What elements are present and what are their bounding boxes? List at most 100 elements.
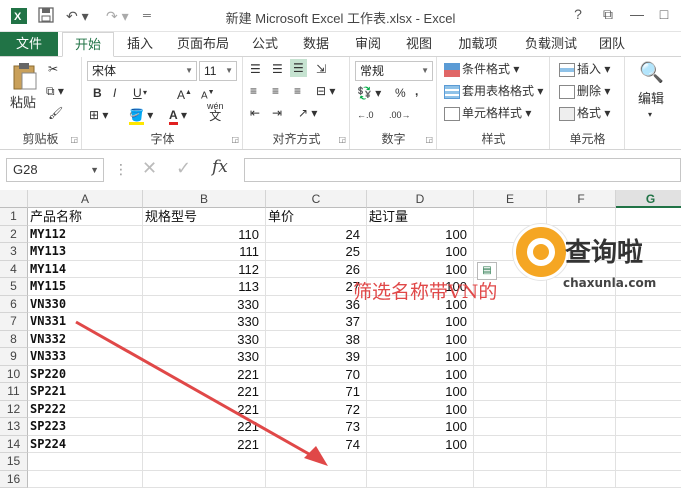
table-cell[interactable]: 72 — [266, 400, 367, 418]
empty-cell[interactable] — [616, 208, 681, 226]
number-launcher-icon[interactable]: ◲ — [425, 135, 433, 144]
row-header[interactable]: 7 — [0, 313, 28, 331]
empty-cell[interactable] — [616, 366, 681, 383]
table-cell[interactable]: 330 — [143, 348, 266, 366]
empty-cell[interactable] — [474, 365, 547, 383]
table-cell[interactable]: 71 — [266, 383, 367, 401]
decrease-indent-icon[interactable]: ⇤ — [250, 105, 260, 121]
empty-cell[interactable] — [547, 470, 616, 488]
table-cell[interactable]: SP222 — [28, 400, 143, 418]
empty-cell[interactable] — [547, 435, 616, 453]
underline-dropdown-icon[interactable]: ▾ — [143, 85, 147, 101]
table-cell[interactable]: 100 — [367, 313, 474, 331]
empty-cell[interactable] — [474, 400, 547, 418]
maximize-button[interactable]: □ — [653, 6, 675, 22]
align-bottom-icon[interactable]: ☰ — [290, 59, 307, 77]
copy-icon[interactable]: ⧉ ▾ — [46, 83, 64, 99]
delete-cells-button[interactable]: 删除 ▾ — [559, 83, 610, 99]
clipboard-launcher-icon[interactable]: ◲ — [70, 135, 78, 144]
italic-button[interactable]: I — [113, 85, 116, 101]
table-cell[interactable]: MY114 — [28, 260, 143, 278]
comma-button[interactable]: , — [415, 83, 418, 99]
table-cell[interactable]: 100 — [367, 418, 474, 436]
cut-icon[interactable]: ✂ — [48, 61, 58, 77]
row-header[interactable]: 5 — [0, 278, 28, 296]
empty-cell[interactable] — [547, 383, 616, 401]
header-cell[interactable]: 单价 — [266, 208, 367, 226]
table-cell[interactable]: SP220 — [28, 365, 143, 383]
empty-cell[interactable] — [616, 383, 681, 401]
table-cell[interactable]: SP224 — [28, 435, 143, 453]
table-cell[interactable]: 24 — [266, 225, 367, 243]
table-cell[interactable]: 100 — [367, 260, 474, 278]
empty-cell[interactable] — [474, 313, 547, 331]
empty-cell[interactable] — [547, 400, 616, 418]
table-cell[interactable]: SP221 — [28, 383, 143, 401]
table-cell[interactable]: 221 — [143, 435, 266, 453]
select-all-corner[interactable] — [0, 190, 28, 208]
empty-cell[interactable] — [367, 453, 474, 471]
confirm-edit-icon[interactable]: ✓ — [176, 159, 191, 177]
editing-button[interactable]: 编辑 — [638, 91, 664, 107]
grow-font-button[interactable]: A▲ — [177, 85, 192, 103]
table-cell[interactable]: 221 — [143, 383, 266, 401]
wrap-text-icon[interactable]: ⇲ — [316, 61, 326, 77]
empty-cell[interactable] — [367, 470, 474, 488]
column-header-f[interactable]: F — [547, 190, 616, 208]
empty-cell[interactable] — [474, 453, 547, 471]
table-cell[interactable]: 111 — [143, 243, 266, 261]
table-cell[interactable]: 27 — [266, 278, 367, 296]
help-button[interactable]: ? — [567, 6, 589, 22]
row-header[interactable]: 11 — [0, 383, 28, 401]
insert-cells-button[interactable]: 插入 ▾ — [559, 61, 610, 77]
underline-button[interactable]: U — [133, 85, 142, 101]
minimize-button[interactable]: — — [626, 6, 648, 22]
empty-cell[interactable] — [266, 453, 367, 471]
table-cell[interactable]: VN332 — [28, 330, 143, 348]
table-cell[interactable]: 100 — [367, 348, 474, 366]
table-cell[interactable]: 39 — [266, 348, 367, 366]
format-painter-icon[interactable]: 🖌 — [48, 105, 63, 121]
align-center-icon[interactable]: ≡ — [272, 83, 279, 99]
format-cells-button[interactable]: 格式 ▾ — [559, 105, 610, 121]
table-cell[interactable]: 221 — [143, 418, 266, 436]
table-cell[interactable]: 37 — [266, 313, 367, 331]
increase-indent-icon[interactable]: ⇥ — [272, 105, 282, 121]
align-left-icon[interactable]: ≡ — [250, 83, 257, 99]
row-header[interactable]: 12 — [0, 400, 28, 418]
tab-view[interactable]: 视图 — [398, 32, 440, 56]
empty-cell[interactable] — [547, 365, 616, 383]
conditional-format-button[interactable]: 条件格式 ▾ — [444, 61, 519, 77]
column-header-e[interactable]: E — [474, 190, 547, 208]
table-cell[interactable]: SP223 — [28, 418, 143, 436]
table-cell[interactable]: VN330 — [28, 295, 143, 313]
bold-button[interactable]: B — [93, 85, 102, 101]
paste-button[interactable]: 粘贴 — [10, 95, 36, 111]
table-cell[interactable]: MY112 — [28, 225, 143, 243]
header-cell[interactable]: 产品名称 — [28, 208, 143, 226]
number-format-dropdown[interactable]: 常规 ▼ — [355, 61, 433, 81]
empty-cell[interactable] — [616, 313, 681, 331]
empty-cell[interactable] — [474, 348, 547, 366]
fill-color-icon[interactable]: 🪣 ▾ — [129, 107, 153, 125]
empty-cell[interactable] — [547, 418, 616, 436]
empty-cell[interactable] — [474, 383, 547, 401]
table-cell[interactable]: MY113 — [28, 243, 143, 261]
empty-cell[interactable] — [616, 436, 681, 453]
table-cell[interactable]: 100 — [367, 330, 474, 348]
font-launcher-icon[interactable]: ◲ — [231, 135, 239, 144]
table-cell[interactable]: 73 — [266, 418, 367, 436]
empty-cell[interactable] — [616, 471, 681, 488]
table-cell[interactable]: 100 — [367, 365, 474, 383]
column-header-d[interactable]: D — [367, 190, 474, 208]
table-cell[interactable]: VN333 — [28, 348, 143, 366]
column-header-g[interactable]: G — [616, 190, 681, 208]
table-cell[interactable]: 100 — [367, 400, 474, 418]
table-cell[interactable]: 110 — [143, 225, 266, 243]
empty-cell[interactable] — [143, 470, 266, 488]
header-cell[interactable]: 规格型号 — [143, 208, 266, 226]
table-cell[interactable]: 330 — [143, 330, 266, 348]
font-name-dropdown[interactable]: 宋体 ▼ — [87, 61, 197, 81]
empty-cell[interactable] — [474, 418, 547, 436]
empty-cell[interactable] — [616, 418, 681, 436]
